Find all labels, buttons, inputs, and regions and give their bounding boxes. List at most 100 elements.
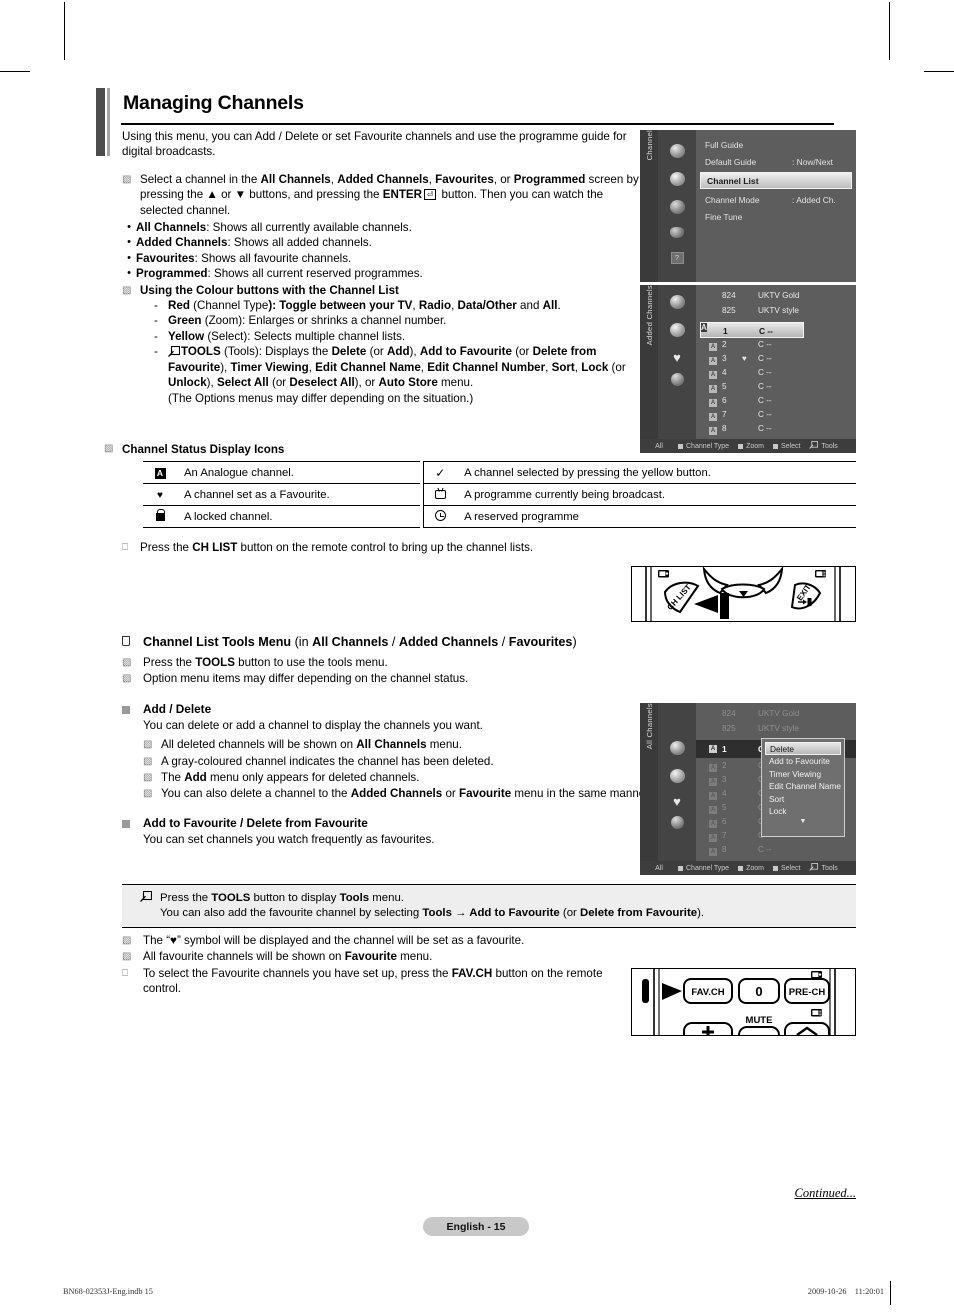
status-icons-heading: Channel Status Display Icons [122,443,285,456]
tools-item-timer-viewing[interactable]: Timer Viewing [765,768,841,781]
intro-section: Using this menu, you can Add / Delete or… [122,129,642,407]
channel-row-824[interactable]: 824 UKTV Gold [696,291,856,305]
channel-name: C -- [758,410,772,419]
menu-item-channel-mode[interactable]: Channel Mode [705,195,759,205]
programmed-icon[interactable] [658,816,696,831]
t: All favourite channels will be shown on [143,950,345,964]
t: Select All [216,376,269,390]
t: Tools [422,907,452,920]
favourites-heart-icon[interactable]: ♥ [658,351,696,364]
square-outline-icon [121,635,143,651]
tools-item-lock[interactable]: Lock [765,805,841,818]
channel-number: 2 [722,761,727,770]
note-row: ⎕ Press the CH LIST button on the remote… [122,540,622,555]
bar-tools[interactable]: Tools [809,863,838,873]
channel-row[interactable]: A6 C -- [696,396,856,410]
channel-row[interactable]: A4 C -- [696,368,856,382]
t: Favourite [344,950,397,964]
t: Press the [140,541,193,554]
channel-name: C -- [758,424,772,433]
bar-channel-type[interactable]: Channel Type [678,865,729,872]
tools-item-sort[interactable]: Sort [765,793,841,806]
t: Added Channels [337,172,429,186]
heading-text: Channel List Tools Menu (in All Channels… [143,635,577,650]
tip-line-1: Press the TOOLS button to display Tools … [160,891,704,906]
added-channels-icon[interactable] [658,769,696,785]
t: All Channels [312,635,389,649]
channel-row-825[interactable]: 825 UKTV style [696,724,856,738]
bar-zoom[interactable]: Zoom [738,865,764,872]
channel-number: 1 [723,326,728,336]
status-icons-heading-wrap: Channel Status Display Icons [122,443,284,456]
channel-row-825[interactable]: 825 UKTV style [696,306,856,320]
channel-row-824[interactable]: 824 UKTV Gold [696,709,856,723]
analogue-a-icon: A [709,371,717,379]
colour-yellow-text: Yellow (Select): Selects multiple channe… [168,329,642,344]
added-channels-icon[interactable] [658,323,696,339]
bar-tools[interactable]: Tools [809,441,838,451]
t: Deselect All [289,376,355,390]
favourites-heart-icon[interactable]: ♥ [658,795,696,808]
tools-item-add-to-favourite[interactable]: Add to Favourite [765,755,841,768]
channel-row[interactable]: A5 C -- [696,382,856,396]
t: Add [387,345,410,359]
programmed-icon[interactable] [658,373,696,388]
bar-channel-type[interactable]: Channel Type [678,443,729,450]
channel-number: 4 [722,789,727,798]
tip-line-2: You can also add the favourite channel b… [160,906,704,921]
note-row: A gray-coloured channel indicates the ch… [143,754,657,769]
channel-row[interactable]: A2 C -- [696,340,856,354]
channel-row[interactable]: A 3 ♥ C -- [696,354,856,368]
channel-name: UKTV style [758,306,799,315]
menu-item-channel-list[interactable]: Channel List [700,172,852,189]
channel-row[interactable]: A7 C -- [696,410,856,424]
tv-screenshot-all-channels-tools: All Channels ♥ 824 UKTV Gold 825 UKTV st… [640,703,856,875]
note-text: All deleted channels will be shown on Al… [161,737,657,752]
add-favourite-description: You can set channels you watch frequentl… [143,832,435,846]
t: menu in the same manner. [511,787,652,801]
t: Favourites [435,172,494,186]
tools-item-delete[interactable]: Delete [765,742,841,755]
analogue-a-icon: A [709,778,717,786]
channel-list-added: 824 UKTV Gold 825 UKTV style A 1 C -- A2… [696,285,856,439]
channel-row[interactable]: A8 C -- [696,424,856,438]
all-channels-icon[interactable] [658,741,696,757]
menu-item-full-guide[interactable]: Full Guide [705,140,743,150]
chevron-down-icon[interactable]: ▼ [765,818,841,825]
tools-item-edit-channel-name[interactable]: Edit Channel Name [765,780,841,793]
list-item: • Programmed: Shows all current reserved … [122,266,642,281]
channel-number: 6 [722,817,727,826]
t: Sort [551,360,575,374]
note-text: The Add menu only appears for deleted ch… [161,770,657,785]
colour-green-text: Green (Zoom): Enlarges or shrinks a chan… [168,313,642,328]
bar-select[interactable]: Select [772,443,800,450]
t: Channel List Tools Menu [143,635,292,649]
bar-zoom[interactable]: Zoom [738,443,764,450]
crop-mark-left [0,71,30,72]
bar-select[interactable]: Select [772,865,800,872]
channel-name: UKTV Gold [758,291,800,300]
bullet-dot: • [127,251,131,264]
list-item: • Favourites: Shows all favourite channel… [122,251,642,266]
t: menu. [396,950,433,964]
analogue-a-icon: A [709,745,717,753]
note-icon [122,671,143,686]
t: ): Toggle between your [268,299,398,313]
tools-icon [809,441,819,451]
t: : Shows all current reserved programmes. [207,267,423,281]
menu-item-fine-tune[interactable]: Fine Tune [705,212,742,222]
note-icon [122,949,143,964]
note-colour-buttons: Using the Colour buttons with the Channe… [122,283,642,406]
tools-icon [809,863,819,873]
note-text: A gray-coloured channel indicates the ch… [161,754,494,768]
channel-row[interactable]: A8 C -- [696,845,856,859]
t: . [557,299,561,313]
green-square-icon [738,443,744,449]
channel-number: 3 [722,775,727,784]
t: All [542,299,558,313]
dash: - [154,314,158,328]
t: (in [291,635,313,649]
channel-row-selected[interactable]: A 1 C -- [700,322,804,338]
all-channels-icon[interactable] [658,295,696,311]
menu-item-default-guide[interactable]: Default Guide [705,157,756,167]
